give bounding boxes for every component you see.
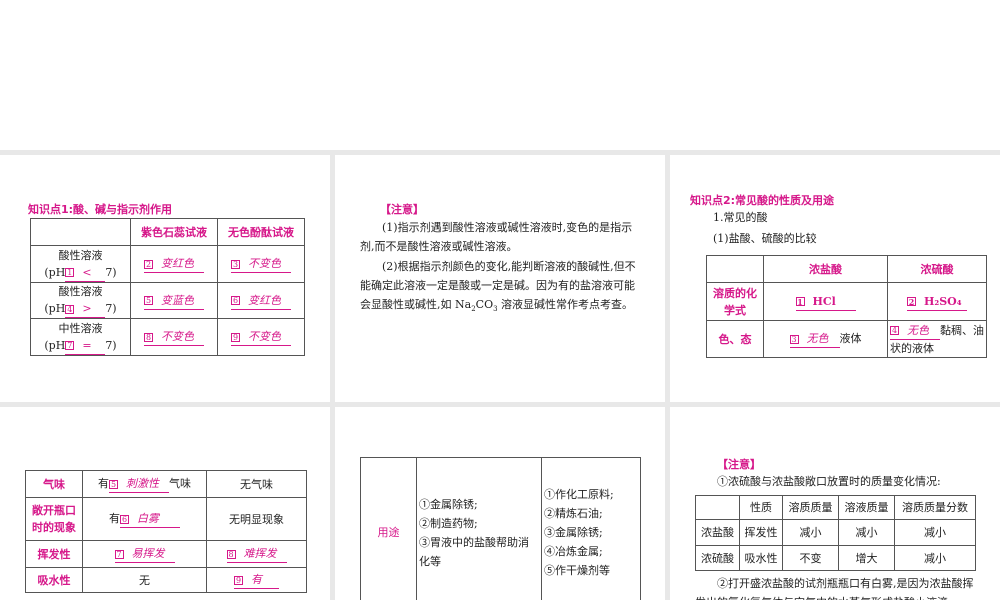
table-row: 用途 ①金属除锈; ②制造药物; ③胃液中的盐酸帮助消化等 ①作化工原料; ②精炼石油… xyxy=(360,457,641,600)
slide-common-acids: 知识点2:常见酸的性质及用途 1.常见的酸 (1)盐酸、硫酸的比较 浓盐酸 浓硫酸… xyxy=(670,155,1000,402)
table-row: 色、态 3 无色 液体 4 无色 黏稠、油状的液体 xyxy=(706,320,987,358)
table-row: 敞开瓶口时的现象有 6 白雾 无明显现象 xyxy=(25,497,307,541)
blank-slide-top xyxy=(0,0,1000,150)
note-heading: 【注意】 xyxy=(380,203,424,216)
acid-uses-table: 用途 ①金属除锈; ②制造药物; ③胃液中的盐酸帮助消化等 ①作化工原料; ②精炼石油… xyxy=(360,457,641,600)
slide-acid-uses: 用途 ①金属除锈; ②制造药物; ③胃液中的盐酸帮助消化等 ①作化工原料; ②精炼石油… xyxy=(335,407,665,600)
subheading: 1.常见的酸 xyxy=(713,211,768,224)
table-row: 酸性溶液 (pH 1 <7) 2 变红色 3 不变色 xyxy=(30,245,305,283)
table-row: 吸水性无 9 有 xyxy=(25,567,307,593)
slide-acid-properties: 气味有 5 刺激性 气味 无气味 敞开瓶口时的现象有 6 白雾 无明显现象 挥发性 7 易挥发 8 难… xyxy=(0,407,330,600)
note-paragraph-1: ①浓硫酸与浓盐酸敞口放置时的质量变化情况: xyxy=(717,475,941,488)
table-row: 溶质的化学式 1 HCl 2 H₂SO₄ xyxy=(706,282,987,321)
mass-change-table: 性质 溶质质量 溶液质量 溶质质量分数 浓盐酸 挥发性 减小 减小 减小 浓硫酸 吸水性 不变 增大… xyxy=(695,495,976,571)
note-paragraph-2: ②打开盛浓盐酸的试剂瓶瓶口有白雾,是因为浓盐酸挥发出的氯化氢气体与空气中的水蒸气… xyxy=(695,577,974,600)
section-title: 知识点2:常见酸的性质及用途 xyxy=(690,194,835,207)
slide-note-mass-change: 【注意】 ①浓硫酸与浓盐酸敞口放置时的质量变化情况: 性质 溶质质量 溶液质量 溶质质… xyxy=(670,407,1000,600)
table-row: 挥发性 7 易挥发 8 难挥发 xyxy=(25,540,307,568)
acid-comparison-table: 浓盐酸 浓硫酸 溶质的化学式 1 HCl 2 H₂SO₄ 色、态 3 无色 液体 4 无色 黏稠、油状… xyxy=(706,255,987,358)
indicator-table: 紫色石蕊试液 无色酚酞试液 酸性溶液 (pH 1 <7) 2 变红色 3 不变色 酸性溶液(… xyxy=(30,218,305,356)
table-row: 浓盐酸 挥发性 减小 减小 减小 xyxy=(695,519,976,546)
table-row: 浓硫酸 吸水性 不变 增大 减小 xyxy=(695,545,976,571)
acid-properties-table: 气味有 5 刺激性 气味 无气味 敞开瓶口时的现象有 6 白雾 无明显现象 挥发性 7 易挥发 8 难… xyxy=(25,470,307,593)
note-paragraph-2: (2)根据指示剂颜色的变化,能判断溶液的酸碱性,但不能确定此溶液一定是酸或一定是… xyxy=(360,260,636,314)
table-row: 酸性溶液 (pH 4 >7) 5 变蓝色 6 变红色 xyxy=(30,282,305,319)
slide-acid-base-indicators: 知识点1:酸、碱与指示剂作用 紫色石蕊试液 无色酚酞试液 酸性溶液 (pH 1 <7) … xyxy=(0,155,330,402)
section-title: 知识点1:酸、碱与指示剂作用 xyxy=(28,203,173,216)
subheading: (1)盐酸、硫酸的比较 xyxy=(713,232,817,245)
slide-note-indicators: 【注意】 (1)指示剂遇到酸性溶液或碱性溶液时,变色的是指示剂,而不是酸性溶液或… xyxy=(335,155,665,402)
table-row: 中性溶液 (pH 7 = 7) 8 不变色 9 不变色 xyxy=(30,318,305,356)
note-paragraph-1: (1)指示剂遇到酸性溶液或碱性溶液时,变色的是指示剂,而不是酸性溶液或碱性溶液。 xyxy=(360,221,633,253)
note-heading: 【注意】 xyxy=(717,458,761,471)
table-row: 气味有 5 刺激性 气味 无气味 xyxy=(25,470,307,498)
